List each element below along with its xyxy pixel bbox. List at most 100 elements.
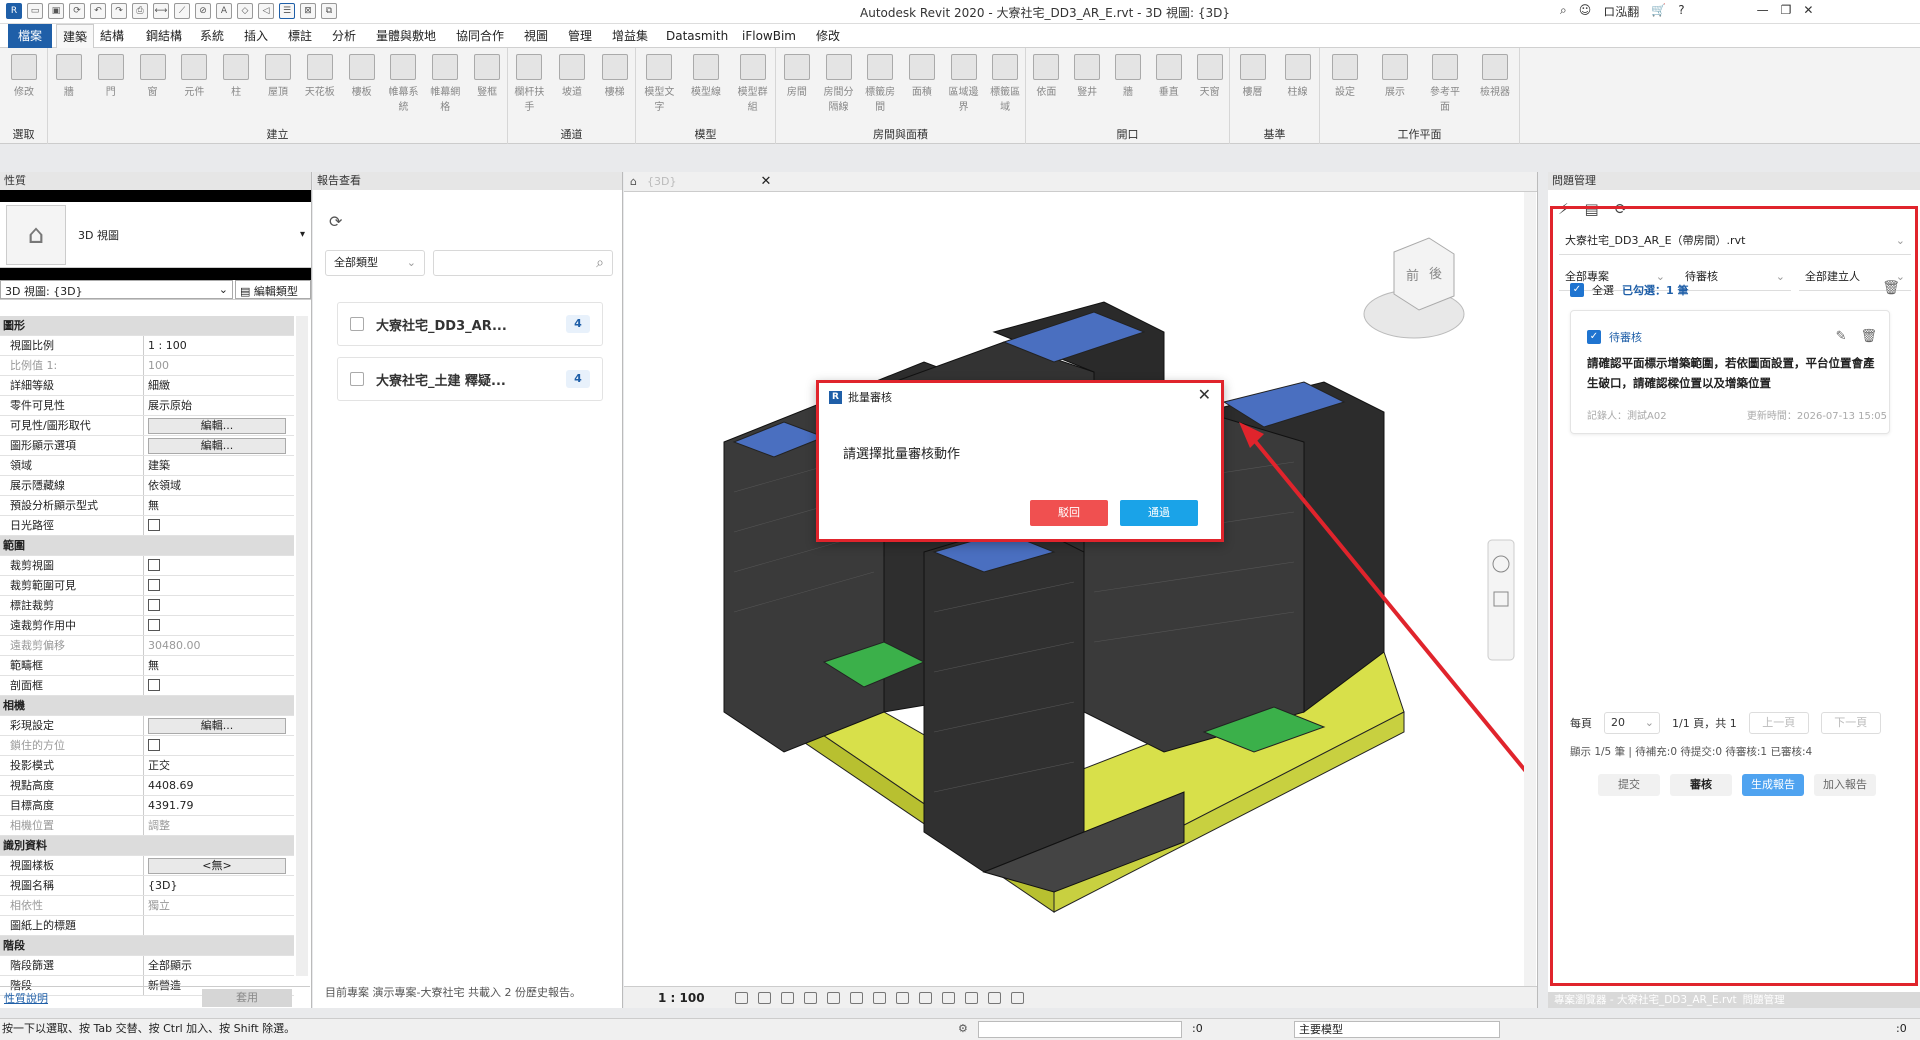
switch-windows-icon[interactable]: ⧉ [321, 3, 337, 19]
ribbon-button[interactable]: 樓板 [345, 54, 379, 98]
cart-icon[interactable]: 🛒 [1651, 3, 1666, 20]
ribbon-button[interactable]: 窗 [136, 54, 170, 98]
property-checkbox[interactable] [148, 559, 160, 571]
properties-scrollbar[interactable] [296, 316, 308, 976]
property-checkbox[interactable] [148, 579, 160, 591]
property-section[interactable]: 階段 [0, 936, 294, 956]
ribbon-button[interactable]: 樓梯 [598, 54, 632, 98]
crop-view-icon[interactable] [849, 991, 863, 1004]
tab-9[interactable]: 協同合作 [456, 24, 504, 48]
close-icon[interactable]: ✕ [760, 174, 771, 189]
property-value[interactable]: 全部顯示 [144, 956, 294, 975]
property-value[interactable]: 細緻 [144, 376, 294, 395]
ribbon-button[interactable]: 牆 [52, 54, 86, 98]
ribbon-button[interactable]: 柱 [219, 54, 253, 98]
user-name[interactable]: ロ泓翻 [1603, 3, 1639, 20]
property-edit-button[interactable]: 編輯... [148, 418, 286, 434]
property-checkbox[interactable] [148, 739, 160, 751]
property-value[interactable]: <無> [144, 856, 294, 875]
design-option-select[interactable]: 主要模型 [1294, 1021, 1500, 1038]
property-value[interactable]: 依領域 [144, 476, 294, 495]
highlight-displacement-icon[interactable] [987, 991, 1001, 1004]
property-section[interactable]: 範圍 [0, 536, 294, 556]
property-value[interactable]: 編輯... [144, 436, 294, 455]
tab-10[interactable]: 視圖 [524, 24, 548, 48]
tab-12[interactable]: 增益集 [612, 24, 648, 48]
undo-icon[interactable]: ↶ [90, 3, 106, 19]
trash-icon[interactable]: 🗑 [1882, 280, 1900, 296]
property-value[interactable] [144, 576, 294, 595]
view-tab[interactable]: ⌂ {3D} ✕ [624, 172, 1537, 192]
ribbon-button[interactable]: 標籤區域 [988, 54, 1022, 113]
visual-style-icon[interactable] [757, 991, 771, 1004]
ribbon-button[interactable]: 元件 [177, 54, 211, 98]
worksets-icon[interactable]: ⚙ [958, 1019, 968, 1039]
next-page-button[interactable]: 下一頁 [1820, 712, 1881, 734]
add-to-report-button[interactable]: 加入報告 [1814, 774, 1876, 796]
prev-page-button[interactable]: 上一頁 [1748, 712, 1809, 734]
detail-level-icon[interactable] [734, 991, 748, 1004]
tab-4[interactable]: 系統 [200, 24, 224, 48]
print-icon[interactable]: ⎙ [132, 3, 148, 19]
property-value[interactable]: 正交 [144, 756, 294, 775]
render-icon[interactable] [826, 991, 840, 1004]
ribbon-button[interactable]: 區域邊界 [947, 54, 981, 113]
property-value[interactable] [144, 556, 294, 575]
close-button[interactable]: ✕ [1803, 3, 1813, 20]
measure-icon[interactable]: ⟷ [153, 3, 169, 19]
status-filter[interactable]: 待審核 ⌄ [1679, 263, 1791, 291]
property-value[interactable]: 建築 [144, 456, 294, 475]
edit-type-button[interactable]: ▤ 編輯類型 [235, 280, 311, 299]
ribbon-button[interactable]: 標籤房間 [863, 54, 897, 113]
property-value[interactable]: 獨立 [144, 896, 294, 915]
property-value[interactable]: 4408.69 [144, 776, 294, 795]
property-value[interactable]: 無 [144, 656, 294, 675]
ribbon-button[interactable]: 模型線 [689, 54, 723, 98]
delete-icon[interactable]: 🗑 [1860, 329, 1877, 344]
ribbon-button[interactable]: 豎框 [470, 54, 504, 98]
property-edit-button[interactable]: 編輯... [148, 438, 286, 454]
type-selector[interactable]: ⌂ 3D 視圖 ▾ [0, 202, 311, 268]
revit-logo-icon[interactable]: R [6, 3, 22, 19]
property-value[interactable] [144, 676, 294, 695]
tab-issue-management[interactable]: 問題管理 [1743, 992, 1785, 1008]
issue-checkbox[interactable]: ✓ [1587, 330, 1601, 344]
analytical-model-icon[interactable] [964, 991, 978, 1004]
ribbon-button[interactable]: 模型群組 [736, 54, 770, 113]
property-checkbox[interactable] [148, 679, 160, 691]
edit-icon[interactable]: ✎ [1836, 329, 1847, 344]
apply-button[interactable]: 套用 [202, 988, 292, 1007]
show-constraints-icon[interactable] [1010, 991, 1024, 1004]
section-icon[interactable]: ◁ [258, 3, 274, 19]
property-value[interactable]: 編輯... [144, 416, 294, 435]
shadows-icon[interactable] [803, 991, 817, 1004]
tab-8[interactable]: 量體與敷地 [376, 24, 436, 48]
property-value[interactable]: 30480.00 [144, 636, 294, 655]
reveal-hidden-icon[interactable] [941, 991, 955, 1004]
property-value[interactable]: 100 [144, 356, 294, 375]
dimension-icon[interactable]: ⟋ [174, 3, 190, 19]
property-checkbox[interactable] [148, 519, 160, 531]
report-card[interactable]: 大寮社宅_DD3_AR... 4 [337, 302, 603, 346]
sun-path-icon[interactable] [780, 991, 794, 1004]
help-icon[interactable]: ? [1678, 3, 1684, 20]
tab-2[interactable]: 結構 [100, 24, 124, 48]
ribbon-button[interactable]: 房間分隔線 [822, 54, 856, 113]
tab-project-browser[interactable]: 專案瀏覽器 - 大寮社宅_DD3_AR_E.rvt [1554, 992, 1737, 1008]
show-crop-icon[interactable] [872, 991, 886, 1004]
per-page-select[interactable]: 20 ⌄ [1604, 712, 1660, 734]
ribbon-button[interactable]: 面積 [905, 54, 939, 98]
open-icon[interactable]: ▭ [27, 3, 43, 19]
ribbon-button[interactable]: 樓層 [1236, 54, 1270, 98]
property-edit-button[interactable]: <無> [148, 858, 286, 874]
tab-14[interactable]: iFlowBim [742, 24, 796, 48]
property-value[interactable]: 無 [144, 496, 294, 515]
issue-card[interactable]: ✓ 待審核 ✎ 🗑 請確認平面標示增築範圍，若依圖面設置，平台位置會產生破口，請… [1570, 310, 1890, 434]
ribbon-button[interactable]: 模型文字 [642, 54, 676, 113]
property-checkbox[interactable] [148, 599, 160, 611]
property-section[interactable]: 相機 [0, 696, 294, 716]
property-value[interactable]: 展示原始 [144, 396, 294, 415]
tab-11[interactable]: 管理 [568, 24, 592, 48]
view-scale[interactable]: 1 : 100 [658, 991, 705, 1005]
ribbon-button[interactable]: 設定 [1328, 54, 1362, 98]
